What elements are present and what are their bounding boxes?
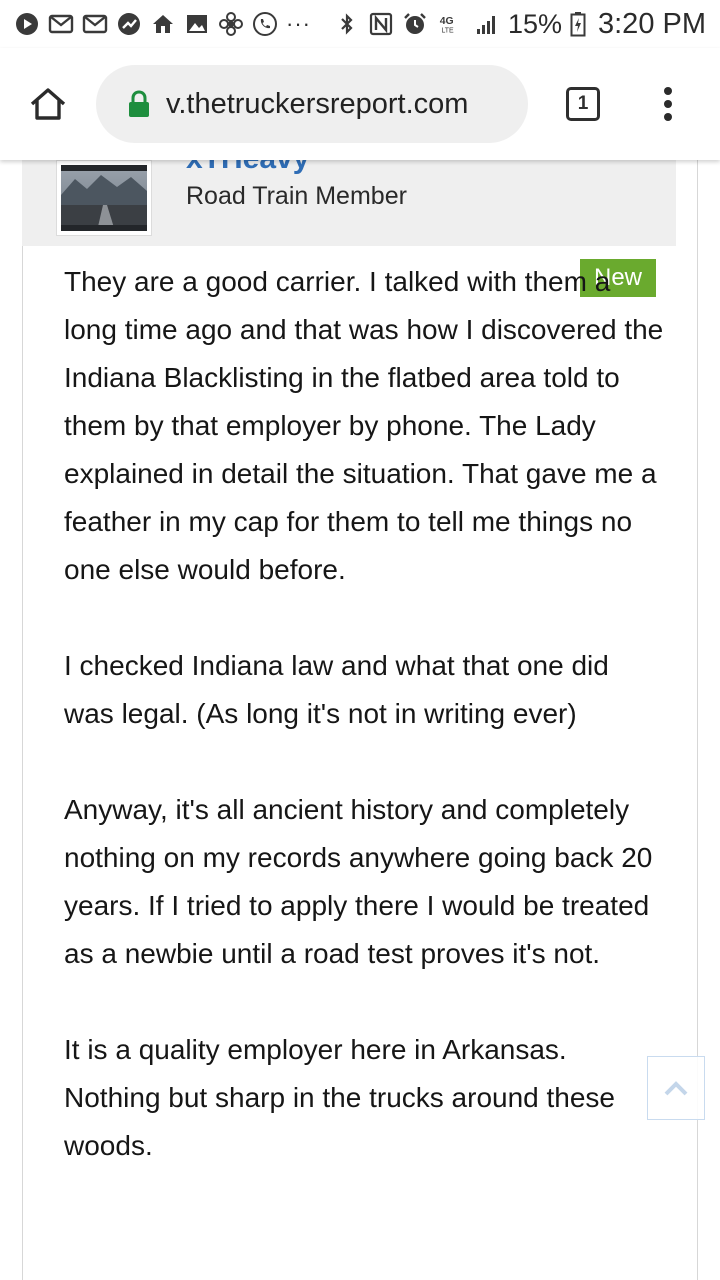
paragraph-text: It is a quality employer here in Arkansa…: [64, 1034, 616, 1161]
record-icon: [14, 11, 40, 37]
phone-icon: [252, 11, 278, 37]
page-content: xTHeavy Road Train Member New They are a…: [0, 160, 720, 1280]
clock: 3:20 PM: [598, 7, 706, 40]
home-icon: [150, 11, 176, 37]
chevron-up-icon: [664, 1081, 688, 1096]
battery-icon: [570, 11, 586, 37]
post-paragraph: It is a quality employer here in Arkansa…: [64, 1026, 664, 1170]
more-vert-icon: [664, 87, 672, 121]
signal-icon: [474, 11, 500, 37]
home-outline-icon: [30, 88, 66, 120]
overflow-dots: ···: [286, 11, 311, 36]
paragraph-text: I checked Indiana law and what that one …: [64, 650, 609, 729]
network-type-icon: 4G LTE: [436, 11, 466, 37]
tab-switcher-button[interactable]: 1: [528, 48, 638, 160]
avatar[interactable]: [56, 160, 152, 236]
battery-percent: 15%: [507, 8, 562, 39]
gmail-icon: [48, 11, 74, 37]
image-icon: [184, 11, 210, 37]
paragraph-text: Anyway, it's all ancient history and com…: [64, 794, 653, 969]
trending-icon: [116, 11, 142, 37]
fan-icon: [218, 11, 244, 37]
tab-count: 1: [566, 87, 600, 121]
post-paragraph: They are a good carrier. I talked with t…: [64, 258, 664, 594]
browser-toolbar: v.thetruckersreport.com 1: [0, 48, 720, 160]
post-paragraph: Anyway, it's all ancient history and com…: [64, 786, 664, 978]
alarm-icon: [402, 11, 428, 37]
nfc-icon: [368, 11, 394, 37]
system-icons: 4G LTE 15% 3:20 PM: [334, 8, 706, 41]
user-title: Road Train Member: [186, 182, 407, 210]
post-paragraph: I checked Indiana law and what that one …: [64, 642, 664, 738]
avatar-image: [61, 165, 147, 231]
gmail-icon: [82, 11, 108, 37]
status-bar: ··· 4G LTE 15% 3:20 PM: [0, 0, 720, 48]
address-bar[interactable]: v.thetruckersreport.com: [96, 65, 528, 143]
username[interactable]: xTHeavy: [186, 160, 309, 176]
notification-icons: ···: [14, 11, 311, 37]
scroll-to-top-button[interactable]: [647, 1056, 705, 1120]
paragraph-text: They are a good carrier. I talked with t…: [64, 266, 664, 585]
menu-button[interactable]: [638, 48, 698, 160]
home-button[interactable]: [0, 48, 96, 160]
svg-text:4G: 4G: [440, 16, 454, 27]
bluetooth-icon: [334, 11, 360, 37]
url-text: v.thetruckersreport.com: [166, 87, 469, 120]
svg-text:LTE: LTE: [441, 28, 454, 35]
lock-icon: [128, 90, 150, 118]
post-body: They are a good carrier. I talked with t…: [64, 258, 664, 1218]
